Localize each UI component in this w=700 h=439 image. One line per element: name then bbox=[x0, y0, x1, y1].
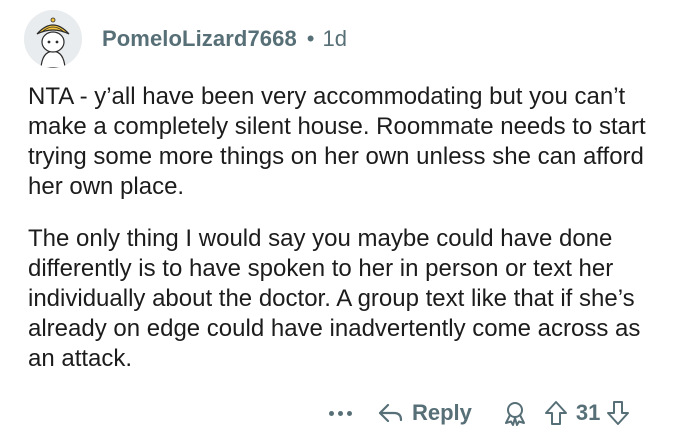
vote-count: 31 bbox=[575, 400, 601, 425]
comment-body: NTA - y’all have been very accommodating… bbox=[28, 82, 668, 374]
award-icon bbox=[504, 402, 525, 426]
award-button[interactable] bbox=[502, 400, 528, 426]
downvote-arrow-icon bbox=[607, 401, 630, 425]
meta-separator: • bbox=[306, 26, 315, 51]
more-options-button[interactable] bbox=[320, 398, 360, 428]
reply-button[interactable]: Reply bbox=[378, 400, 472, 426]
ellipsis-icon bbox=[328, 410, 334, 416]
reply-arrow-icon bbox=[378, 403, 403, 423]
upvote-button[interactable] bbox=[544, 400, 568, 426]
reply-label: Reply bbox=[412, 400, 472, 425]
vote-group: 31 bbox=[544, 400, 630, 426]
comment-paragraph-1: NTA - y’all have been very accommodating… bbox=[28, 83, 646, 200]
comment-author[interactable]: PomeloLizard7668 bbox=[102, 26, 297, 52]
avatar[interactable] bbox=[24, 10, 82, 68]
comment-paragraph-2: The only thing I would say you maybe cou… bbox=[28, 225, 641, 372]
upvote-arrow-icon bbox=[544, 401, 567, 425]
comment-action-bar: Reply 31 bbox=[320, 391, 690, 435]
ellipsis-icon bbox=[337, 410, 343, 416]
avatar-image bbox=[24, 10, 82, 68]
ellipsis-icon bbox=[346, 410, 352, 416]
downvote-button[interactable] bbox=[606, 400, 630, 426]
comment-header: PomeloLizard7668 • 1d bbox=[24, 10, 347, 68]
comment-age: 1d bbox=[322, 26, 347, 51]
